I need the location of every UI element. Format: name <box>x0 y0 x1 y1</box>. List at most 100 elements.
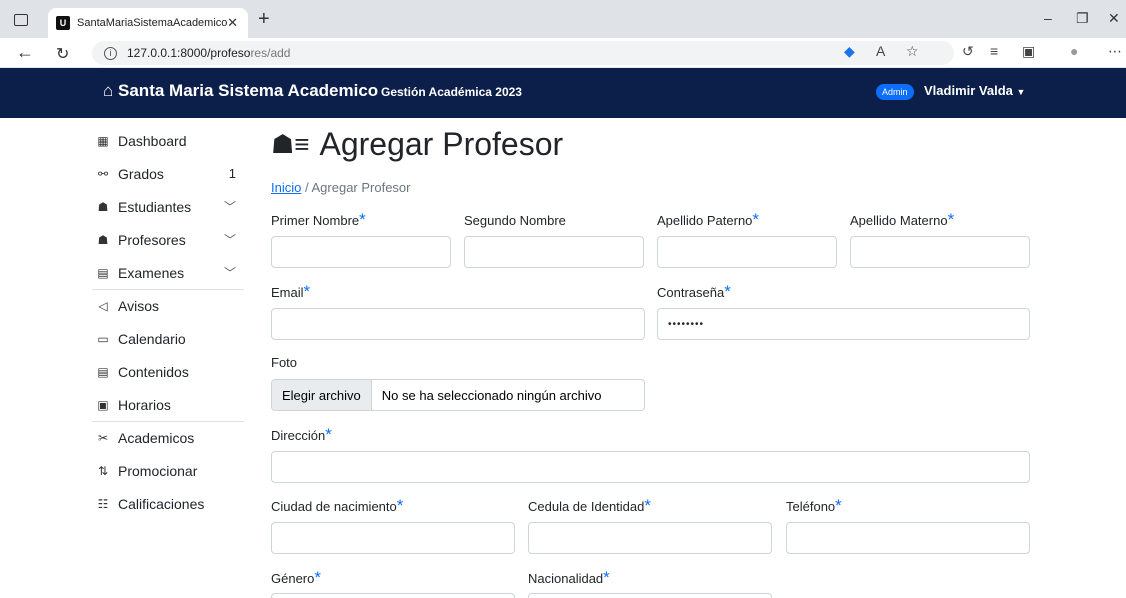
sidebar-item-calendario[interactable]: ▭ Calendario <box>92 322 244 355</box>
sidebar-item-label: Calificaciones <box>118 495 205 512</box>
close-tab-icon[interactable]: ✕ <box>227 15 238 31</box>
user-menu[interactable]: Vladimir Valda ▼ <box>924 83 1025 98</box>
nacionalidad-input[interactable] <box>528 593 772 598</box>
label-text: Ciudad de nacimiento <box>271 499 397 514</box>
sidebar-item-avisos[interactable]: ◁ Avisos <box>92 289 244 322</box>
page-title-text: Agregar Profesor <box>319 126 564 162</box>
sidebar-item-grados[interactable]: ⚯ Grados 1 <box>92 157 244 190</box>
restore-icon[interactable]: ❐ <box>1076 10 1089 27</box>
required-mark: * <box>303 282 311 301</box>
app-navbar: ⌂ Santa Maria Sistema Academico Gestión … <box>0 68 1126 118</box>
sidebar-item-label: Avisos <box>118 298 159 314</box>
url-field[interactable]: i 127.0.0.1:8000/profeso res/add <box>92 41 954 65</box>
ciudad-label: Ciudad de nacimiento* <box>271 496 403 516</box>
apellido-materno-input[interactable] <box>850 236 1030 268</box>
email-label: Email* <box>271 282 310 302</box>
more-icon[interactable]: ⋯ <box>1108 43 1122 60</box>
email-field[interactable] <box>271 308 645 340</box>
sidebar-item-estudiantes[interactable]: ☗ Estudiantes ﹀ <box>92 190 244 223</box>
apellido-paterno-label: Apellido Paterno* <box>657 210 759 230</box>
required-mark: * <box>359 210 366 229</box>
document-icon: ▤ <box>97 265 109 280</box>
label-text: Género <box>271 571 315 586</box>
sidebar-item-profesores[interactable]: ☗ Profesores ﹀ <box>92 223 244 256</box>
favorite-icon[interactable]: ☆ <box>906 43 919 60</box>
user-name: Vladimir Valda <box>924 83 1013 98</box>
megaphone-icon: ◁ <box>98 299 108 313</box>
brand-title: Santa Maria Sistema Academico <box>118 81 379 100</box>
breadcrumb-current: Agregar Profesor <box>311 180 411 195</box>
sidebar-item-contenidos[interactable]: ▤ Contenidos <box>92 355 244 388</box>
favorites-bar-icon[interactable]: ≡ <box>990 43 998 59</box>
contrasena-label: Contraseña* <box>657 282 731 302</box>
chevron-down-icon: ﹀ <box>223 233 236 247</box>
tab-actions-icon[interactable] <box>14 14 28 26</box>
read-aloud-icon[interactable]: A <box>876 43 885 59</box>
sidebar-item-label: Promocionar <box>118 462 198 479</box>
browser-tab-strip: U SantaMariaSistemaAcademico ✕ + – ❐ ✕ <box>0 0 1126 38</box>
tab-title: SantaMariaSistemaAcademico <box>77 17 228 29</box>
label-text: Apellido Materno <box>850 213 948 228</box>
sidebar-item-examenes[interactable]: ▤ Examenes ﹀ <box>92 256 244 289</box>
address-bar-row: ← ↻ i 127.0.0.1:8000/profeso res/add ◆ A … <box>0 38 1126 68</box>
file-text-icon: ▤ <box>97 364 109 379</box>
label-text: Teléfono <box>786 499 836 514</box>
chevron-down-icon: ﹀ <box>223 266 236 280</box>
sidebar-item-dashboard[interactable]: ▦ Dashboard <box>92 124 244 157</box>
ciudad-input[interactable] <box>271 522 515 554</box>
breadcrumb-home-link[interactable]: Inicio <box>271 180 301 195</box>
url-path: res/add <box>250 46 291 60</box>
refresh-extension-icon[interactable]: ↺ <box>962 43 974 60</box>
hierarchy-icon: ⚯ <box>97 166 109 181</box>
new-tab-icon[interactable]: + <box>258 8 270 31</box>
chevron-down-icon: ﹀ <box>223 200 236 214</box>
reload-icon[interactable]: ↻ <box>56 44 69 64</box>
tag-icon[interactable]: ◆ <box>844 43 855 60</box>
apellido-paterno-input[interactable] <box>657 236 837 268</box>
minimize-icon[interactable]: – <box>1044 10 1052 26</box>
required-mark: * <box>396 496 404 515</box>
file-status: No se ha seleccionado ningún archivo <box>381 387 602 403</box>
grades-icon: ☷ <box>97 496 109 511</box>
users-list-icon: ☗ <box>97 199 109 214</box>
direccion-input[interactable] <box>271 451 1030 483</box>
calendar-icon: ▭ <box>97 331 109 346</box>
collections-icon[interactable]: ▣ <box>1022 43 1035 60</box>
apellido-materno-label: Apellido Materno* <box>850 210 954 230</box>
choose-file-button[interactable]: Elegir archivo <box>272 380 372 410</box>
foto-label: Foto <box>271 355 298 370</box>
close-window-icon[interactable]: ✕ <box>1108 10 1120 27</box>
genero-select[interactable] <box>271 593 515 598</box>
sidebar: ▦ Dashboard ⚯ Grados 1 ☗ Estudiantes ﹀ ☗… <box>92 124 244 520</box>
photo-file-input[interactable]: Elegir archivo No se ha seleccionado nin… <box>271 379 645 411</box>
sidebar-item-calificaciones[interactable]: ☷ Calificaciones <box>92 487 244 520</box>
browser-tab[interactable]: U SantaMariaSistemaAcademico ✕ <box>48 8 248 38</box>
favicon-icon: U <box>56 16 70 30</box>
site-info-icon[interactable]: i <box>104 46 117 60</box>
segundo-nombre-input[interactable] <box>464 236 644 268</box>
primer-nombre-label: Primer Nombre* <box>271 210 366 230</box>
required-mark: * <box>752 210 760 229</box>
count-badge: 1 <box>228 166 236 181</box>
brand[interactable]: ⌂ Santa Maria Sistema Academico <box>103 81 378 101</box>
profile-icon[interactable]: ● <box>1070 43 1078 59</box>
primer-nombre-input[interactable] <box>271 236 451 268</box>
password-field[interactable]: •••••••• <box>657 308 1030 340</box>
grid-icon: ▦ <box>97 133 109 148</box>
sidebar-item-horarios[interactable]: ▣ Horarios <box>92 388 244 421</box>
label-text: Contraseña <box>657 285 725 300</box>
required-mark: * <box>603 568 610 587</box>
required-mark: * <box>835 496 842 515</box>
cedula-input[interactable] <box>528 522 772 554</box>
sidebar-item-promocionar[interactable]: ⇅ Promocionar <box>92 454 244 487</box>
app-subtitle: Gestión Académica 2023 <box>381 85 522 99</box>
required-mark: * <box>644 496 651 515</box>
tools-icon: ✂ <box>97 431 109 445</box>
back-icon[interactable]: ← <box>16 42 34 63</box>
page-title: ☗≡ Agregar Profesor <box>271 126 563 163</box>
telefono-input[interactable] <box>786 522 1030 554</box>
required-mark: * <box>325 425 332 444</box>
genero-label: Género* <box>271 568 321 588</box>
label-text: Nacionalidad <box>528 571 604 586</box>
sidebar-item-academicos[interactable]: ✂ Academicos <box>92 421 244 454</box>
